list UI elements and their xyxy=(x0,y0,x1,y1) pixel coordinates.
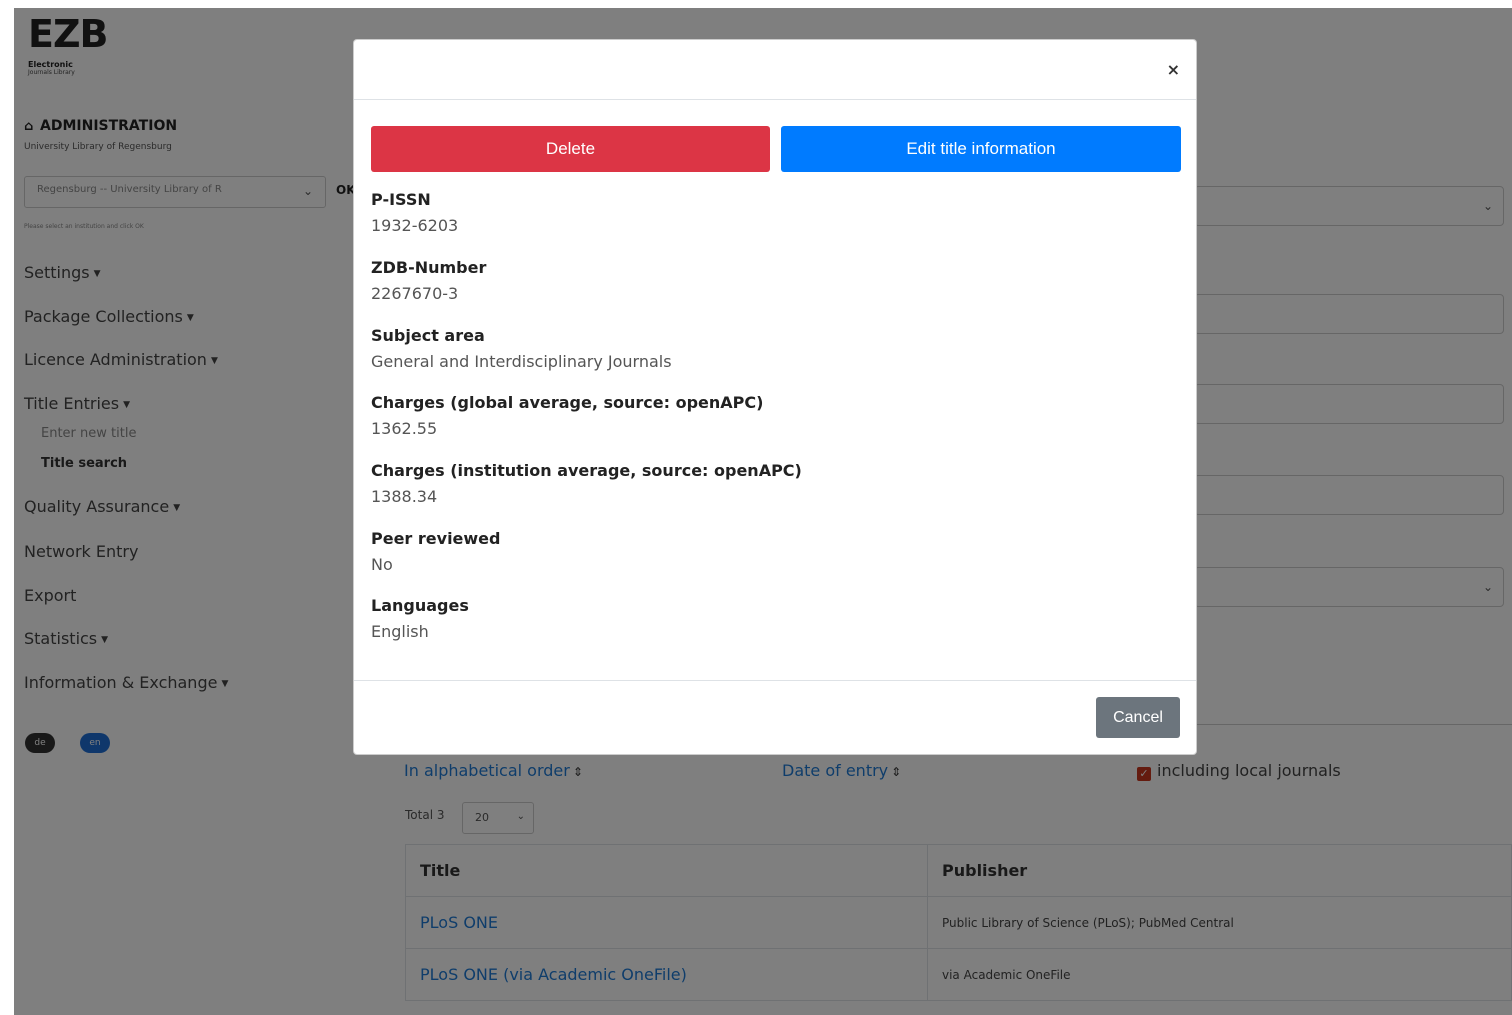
field-label: Subject area xyxy=(371,326,485,345)
field-label: Languages xyxy=(371,596,469,615)
field-subject-area: Subject area General and Interdisciplina… xyxy=(371,326,672,371)
modal-footer-divider xyxy=(354,680,1196,681)
field-value: 2267670-3 xyxy=(371,284,459,303)
field-charges-global: Charges (global average, source: openAPC… xyxy=(371,393,763,438)
title-details-modal: × Delete Edit title information P-ISSN 1… xyxy=(353,39,1197,755)
field-value: 1362.55 xyxy=(371,419,438,438)
field-label: Charges (global average, source: openAPC… xyxy=(371,393,764,412)
field-value: English xyxy=(371,622,429,641)
field-value: 1932-6203 xyxy=(371,216,459,235)
field-value: General and Interdisciplinary Journals xyxy=(371,352,672,371)
cancel-button[interactable]: Cancel xyxy=(1096,697,1180,738)
field-charges-institution: Charges (institution average, source: op… xyxy=(371,461,802,506)
edit-title-button[interactable]: Edit title information xyxy=(781,126,1181,172)
field-p-issn: P-ISSN 1932-6203 xyxy=(371,190,458,235)
field-value: 1388.34 xyxy=(371,487,438,506)
close-icon[interactable]: × xyxy=(1167,60,1180,79)
window-left-edge xyxy=(0,0,14,1015)
field-value: No xyxy=(371,555,393,574)
field-label: P-ISSN xyxy=(371,190,431,209)
field-peer-reviewed: Peer reviewed No xyxy=(371,529,500,574)
window-top-edge xyxy=(0,0,1512,8)
delete-button[interactable]: Delete xyxy=(371,126,770,172)
modal-header: × xyxy=(354,40,1196,100)
field-label: Peer reviewed xyxy=(371,529,501,548)
field-zdb-number: ZDB-Number 2267670-3 xyxy=(371,258,486,303)
field-label: Charges (institution average, source: op… xyxy=(371,461,802,480)
field-languages: Languages English xyxy=(371,596,469,641)
field-label: ZDB-Number xyxy=(371,258,487,277)
